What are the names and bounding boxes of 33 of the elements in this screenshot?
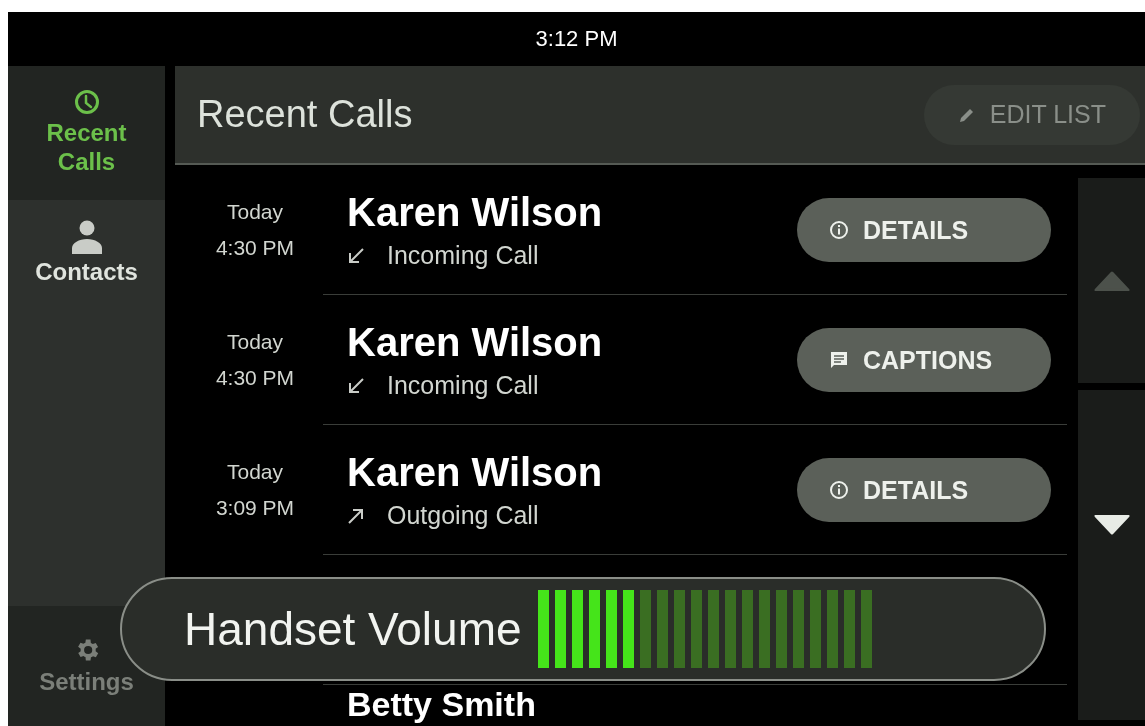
caller-name: Karen Wilson <box>347 320 604 365</box>
info-icon <box>829 480 849 500</box>
up-triangle-icon <box>1092 270 1131 291</box>
call-time: 3:09 PM <box>215 496 295 520</box>
details-button[interactable]: DETAILS <box>797 198 1051 262</box>
sidebar-item[interactable]: Recent Calls <box>8 66 165 200</box>
call-day: Today <box>226 330 283 354</box>
person-icon <box>70 220 103 254</box>
call-time: 4:30 PM <box>215 236 295 260</box>
caller-name: Karen Wilson <box>347 450 604 495</box>
incoming-arrow-icon <box>347 376 365 395</box>
edit-list-button[interactable]: EDIT LIST <box>923 84 1140 145</box>
call-time: 4:30 PM <box>215 366 295 390</box>
volume-label: Handset Volume <box>184 602 522 656</box>
details-button[interactable]: DETAILS <box>797 458 1051 522</box>
call-type: Outgoing Call <box>387 501 539 530</box>
outgoing-arrow-icon <box>347 506 365 525</box>
info-icon <box>829 220 849 240</box>
scroll-up-button[interactable] <box>1078 178 1145 383</box>
call-day: Today <box>226 200 283 224</box>
message-icon <box>829 350 849 370</box>
clock-icon <box>73 89 100 116</box>
down-triangle-icon <box>1092 515 1131 535</box>
captions-button[interactable]: CAPTIONS <box>797 328 1051 392</box>
page-title: Recent Calls <box>197 93 413 136</box>
caller-name: Karen Wilson <box>347 190 604 235</box>
call-type: Incoming Call <box>387 371 539 400</box>
incoming-arrow-icon <box>347 246 365 265</box>
call-type: Incoming Call <box>387 241 539 270</box>
clock-time: 3:12 PM <box>535 26 618 52</box>
caller-name: Betty Smith <box>347 687 537 723</box>
sidebar-item[interactable]: Contacts <box>8 200 165 300</box>
call-day: Today <box>226 460 283 484</box>
